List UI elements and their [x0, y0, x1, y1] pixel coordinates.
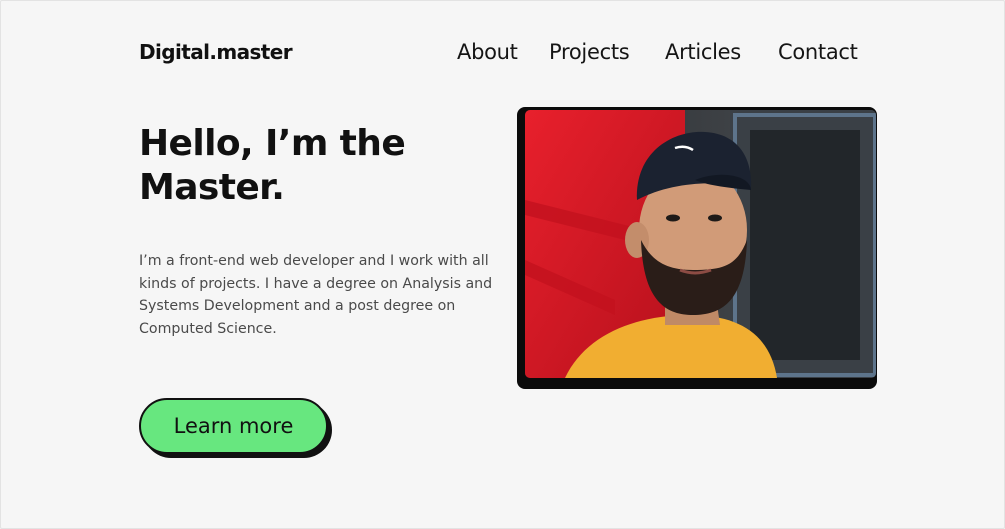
nav-link-about[interactable]: About	[457, 40, 518, 64]
learn-more-button[interactable]: Learn more	[139, 398, 328, 454]
nav-link-articles[interactable]: Articles	[665, 40, 741, 64]
portrait-illustration	[525, 110, 876, 378]
nav-link-contact[interactable]: Contact	[778, 40, 858, 64]
portrait-photo	[525, 110, 876, 378]
main-nav: About Projects Articles Contact	[0, 40, 1005, 70]
nav-link-projects[interactable]: Projects	[549, 40, 630, 64]
hero-description: I’m a front-end web developer and I work…	[139, 253, 493, 337]
hero-title: Hello, I’m the Master.	[139, 123, 406, 208]
